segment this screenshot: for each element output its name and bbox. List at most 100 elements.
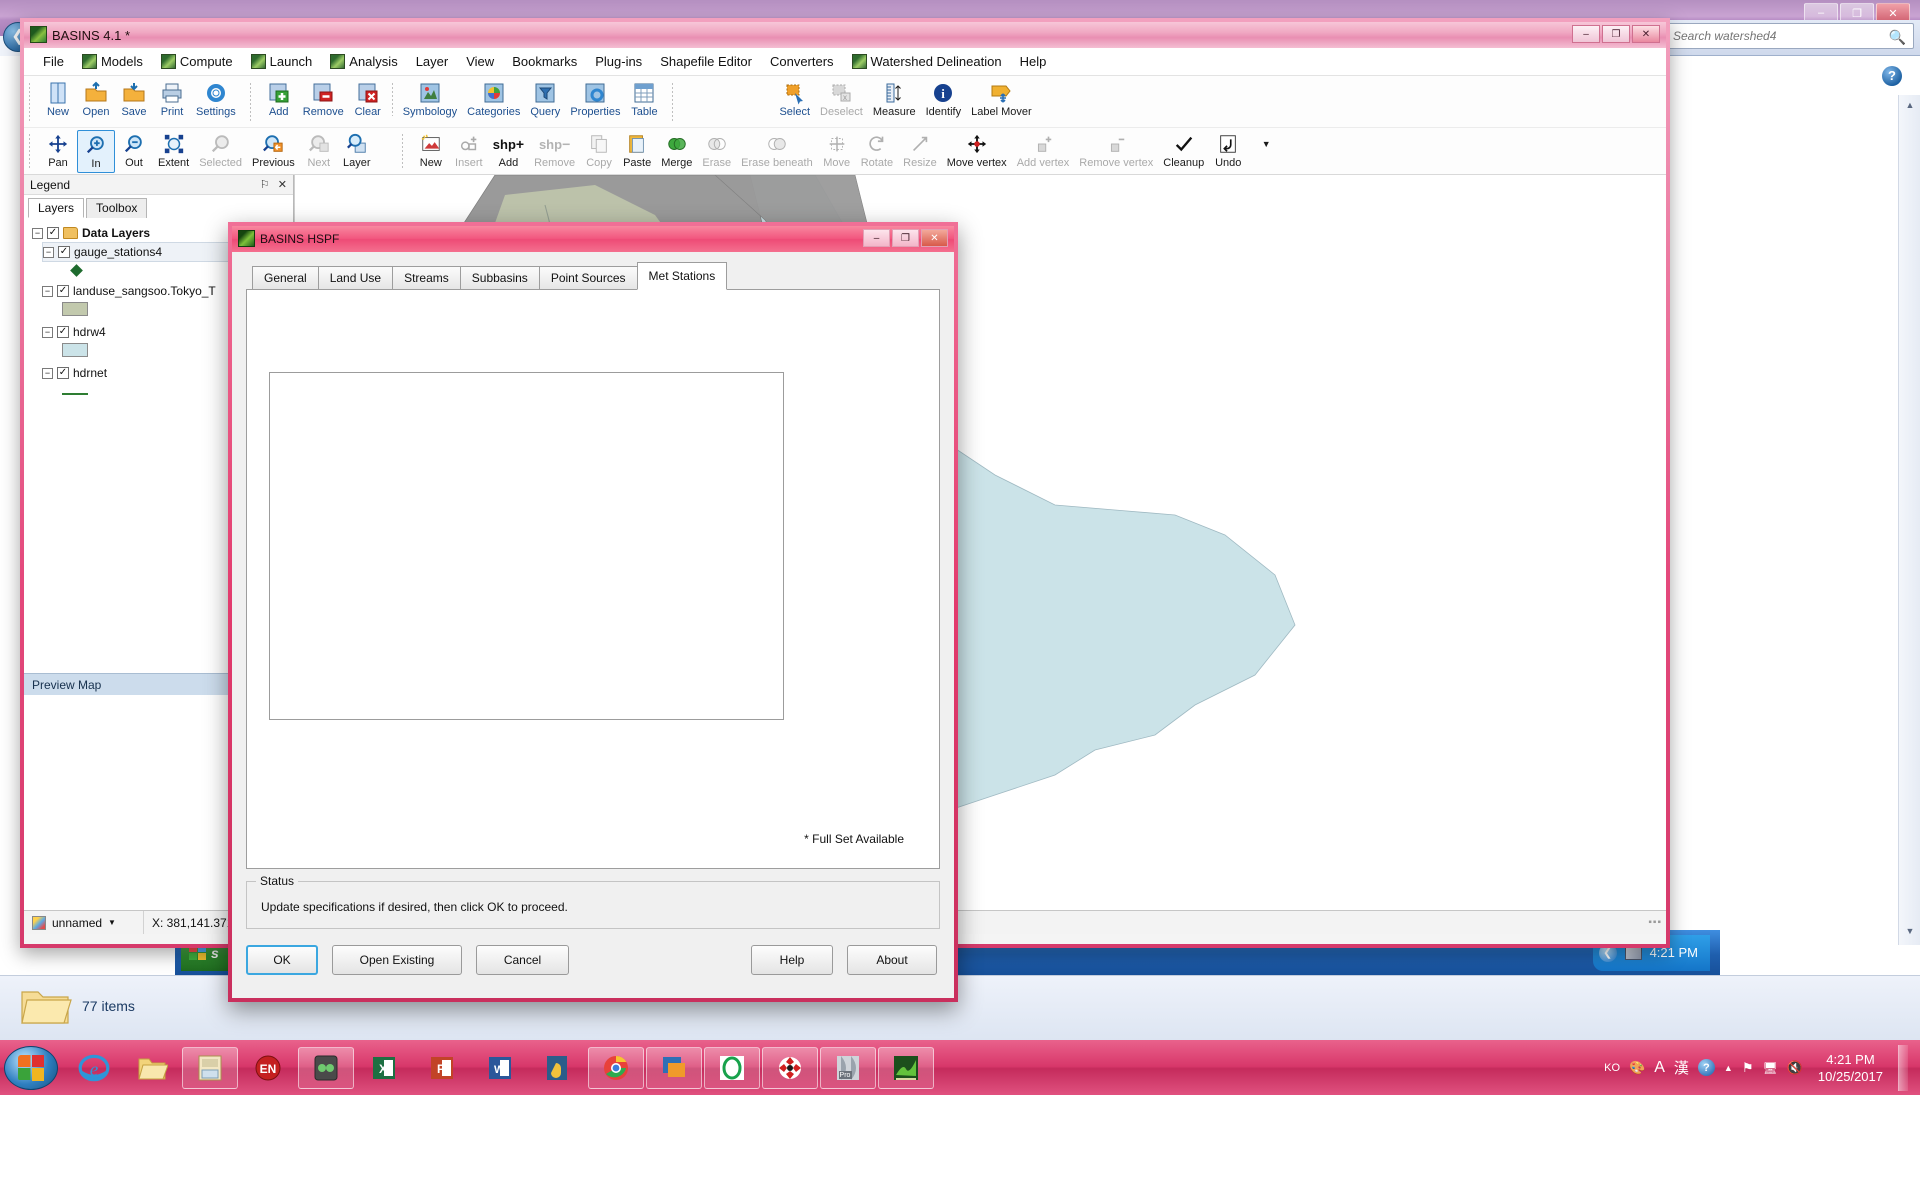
about-button[interactable]: About	[847, 945, 937, 975]
taskbar-basins-app[interactable]	[878, 1046, 934, 1089]
pin-icon[interactable]: ⚐	[260, 178, 270, 191]
tab-layers[interactable]: Layers	[28, 198, 85, 218]
toolbar-insert-shape-button[interactable]: Insert	[450, 130, 488, 171]
scroll-down-arrow[interactable]: ▼	[1899, 921, 1920, 941]
network-icon[interactable]: 🖥	[1763, 1061, 1778, 1075]
chevron-down-icon[interactable]: ▼	[108, 918, 116, 927]
start-button[interactable]	[4, 1045, 58, 1090]
help-icon[interactable]: ?	[1882, 66, 1902, 86]
expander-icon[interactable]: −	[42, 367, 53, 379]
toolbar-zoom-selected-button[interactable]: Selected	[194, 130, 247, 171]
toolbar-cleanup-button[interactable]: Cleanup	[1158, 130, 1209, 171]
toolbar-zoom-extent-button[interactable]: Extent	[153, 130, 194, 171]
basins-close-button[interactable]: ✕	[1632, 25, 1660, 43]
toolbar-paste-button[interactable]: Paste	[618, 130, 656, 171]
toolbar-zoom-in-button[interactable]: In	[77, 130, 115, 173]
taskbar-clock[interactable]: 4:21 PM 10/25/2017	[1812, 1051, 1883, 1085]
menu-layer[interactable]: Layer	[407, 51, 458, 72]
toolbar-merge-button[interactable]: Merge	[656, 130, 697, 171]
toolbar-erase-beneath-button[interactable]: Erase beneath	[736, 130, 818, 171]
taskbar-notes-app[interactable]	[182, 1046, 238, 1089]
toolbar-zoom-out-button[interactable]: Out	[115, 130, 153, 171]
taskbar-chrome[interactable]	[588, 1046, 644, 1089]
tab-general[interactable]: General	[252, 266, 319, 289]
toolbar-zoom-layer-button[interactable]: Layer	[338, 130, 376, 171]
menu-bookmarks[interactable]: Bookmarks	[503, 51, 586, 72]
toolbar-zoom-next-button[interactable]: Next	[300, 130, 338, 171]
volume-muted-icon[interactable]: 🔇	[1787, 1060, 1803, 1076]
toolbar-undo-button[interactable]: Undo	[1209, 130, 1247, 171]
show-desktop-button[interactable]	[1898, 1044, 1908, 1091]
input-lang-ko[interactable]: KO	[1604, 1062, 1620, 1074]
resize-grip-icon[interactable]: ▪▪▪	[1648, 917, 1662, 928]
basins-restore-button[interactable]: ❐	[1602, 25, 1630, 43]
toolbar-save-button[interactable]: Save	[115, 79, 153, 120]
checkbox[interactable]: ✓	[57, 326, 69, 338]
tab-met-stations[interactable]: Met Stations	[636, 262, 728, 290]
menu-watershed-delineation[interactable]: Watershed Delineation	[843, 51, 1011, 72]
toolbar-zoom-previous-button[interactable]: Previous	[247, 130, 300, 171]
ime-palette-icon[interactable]: 🎨	[1629, 1060, 1645, 1076]
menu-models[interactable]: Models	[73, 51, 152, 72]
toolbar-properties-button[interactable]: Properties	[565, 79, 625, 120]
taskbar-spider-app[interactable]	[762, 1046, 818, 1089]
taskbar-word[interactable]: W	[472, 1047, 528, 1089]
toolbar-new-shapefile-button[interactable]: New	[412, 130, 450, 171]
toolbar-shp-add-button[interactable]: shp + Add	[488, 130, 529, 171]
toolbar-copy-button[interactable]: Copy	[580, 130, 618, 171]
tab-subbasins[interactable]: Subbasins	[459, 266, 540, 289]
toolbar-resize-button[interactable]: Resize	[898, 130, 942, 171]
menu-analysis[interactable]: Analysis	[321, 51, 406, 72]
help-button[interactable]: Help	[751, 945, 833, 975]
explorer-vertical-scrollbar[interactable]: ▲ ▼	[1898, 95, 1920, 945]
menu-help[interactable]: Help	[1011, 51, 1056, 72]
open-existing-button[interactable]: Open Existing	[332, 945, 462, 975]
toolbar-shp-remove-button[interactable]: shp − Remove	[529, 130, 580, 171]
close-icon[interactable]: ✕	[278, 178, 287, 191]
tab-toolbox[interactable]: Toolbox	[86, 198, 148, 218]
scroll-up-arrow[interactable]: ▲	[1899, 95, 1920, 115]
basins-minimize-button[interactable]: –	[1572, 25, 1600, 43]
toolbar-categories-button[interactable]: Categories	[462, 79, 525, 120]
tab-streams[interactable]: Streams	[392, 266, 461, 289]
ime-alpha-icon[interactable]: A	[1654, 1059, 1665, 1077]
toolbar-query-button[interactable]: Query	[525, 79, 565, 120]
flag-action-center-icon[interactable]: ⚑	[1742, 1060, 1754, 1076]
checkbox[interactable]: ✓	[57, 367, 69, 379]
checkbox[interactable]: ✓	[47, 227, 59, 239]
menu-file[interactable]: File	[34, 51, 73, 72]
toolbar-measure-button[interactable]: Measure	[868, 79, 921, 120]
toolbar-print-button[interactable]: Print	[153, 79, 191, 120]
tray-expand-icon[interactable]: ▲	[1724, 1063, 1733, 1073]
expander-icon[interactable]: −	[42, 326, 53, 338]
checkbox[interactable]: ✓	[58, 246, 70, 258]
met-stations-list[interactable]	[269, 372, 784, 720]
ok-button[interactable]: OK	[246, 945, 318, 975]
status-layer-selector[interactable]: unnamed ▼	[24, 911, 144, 934]
explorer-search-input[interactable]	[1664, 23, 1914, 49]
toolbar-open-button[interactable]: Open	[77, 79, 115, 120]
toolbar-clear-layers-button[interactable]: Clear	[349, 79, 387, 120]
menu-plugins[interactable]: Plug-ins	[586, 51, 651, 72]
toolbar-erase-button[interactable]: Erase	[697, 130, 736, 171]
toolbar-select-button[interactable]: Select	[774, 79, 815, 120]
toolbar-label-mover-button[interactable]: Label Mover	[966, 79, 1037, 120]
toolbar-undo-dropdown[interactable]: ▼	[1247, 130, 1285, 158]
checkbox[interactable]: ✓	[57, 285, 69, 297]
expander-icon[interactable]: −	[32, 227, 43, 239]
expander-icon[interactable]: −	[43, 246, 54, 258]
toolbar-move-button[interactable]: Move	[818, 130, 856, 171]
toolbar-deselect-button[interactable]: x Deselect	[815, 79, 868, 120]
toolbar-rotate-button[interactable]: Rotate	[856, 130, 898, 171]
taskbar-arcgis[interactable]	[298, 1046, 354, 1089]
toolbar-remove-layer-button[interactable]: Remove	[298, 79, 349, 120]
tab-point-sources[interactable]: Point Sources	[538, 266, 638, 289]
toolbar-pan-button[interactable]: Pan	[39, 130, 77, 171]
expander-icon[interactable]: −	[42, 285, 53, 297]
toolbar-new-project-button[interactable]: New	[39, 79, 77, 120]
toolbar-add-vertex-button[interactable]: Add vertex	[1012, 130, 1075, 171]
cancel-button[interactable]: Cancel	[476, 945, 569, 975]
taskbar-endnote[interactable]: EN	[240, 1047, 296, 1089]
taskbar-opera[interactable]	[704, 1046, 760, 1089]
toolbar-remove-vertex-button[interactable]: Remove vertex	[1074, 130, 1158, 171]
